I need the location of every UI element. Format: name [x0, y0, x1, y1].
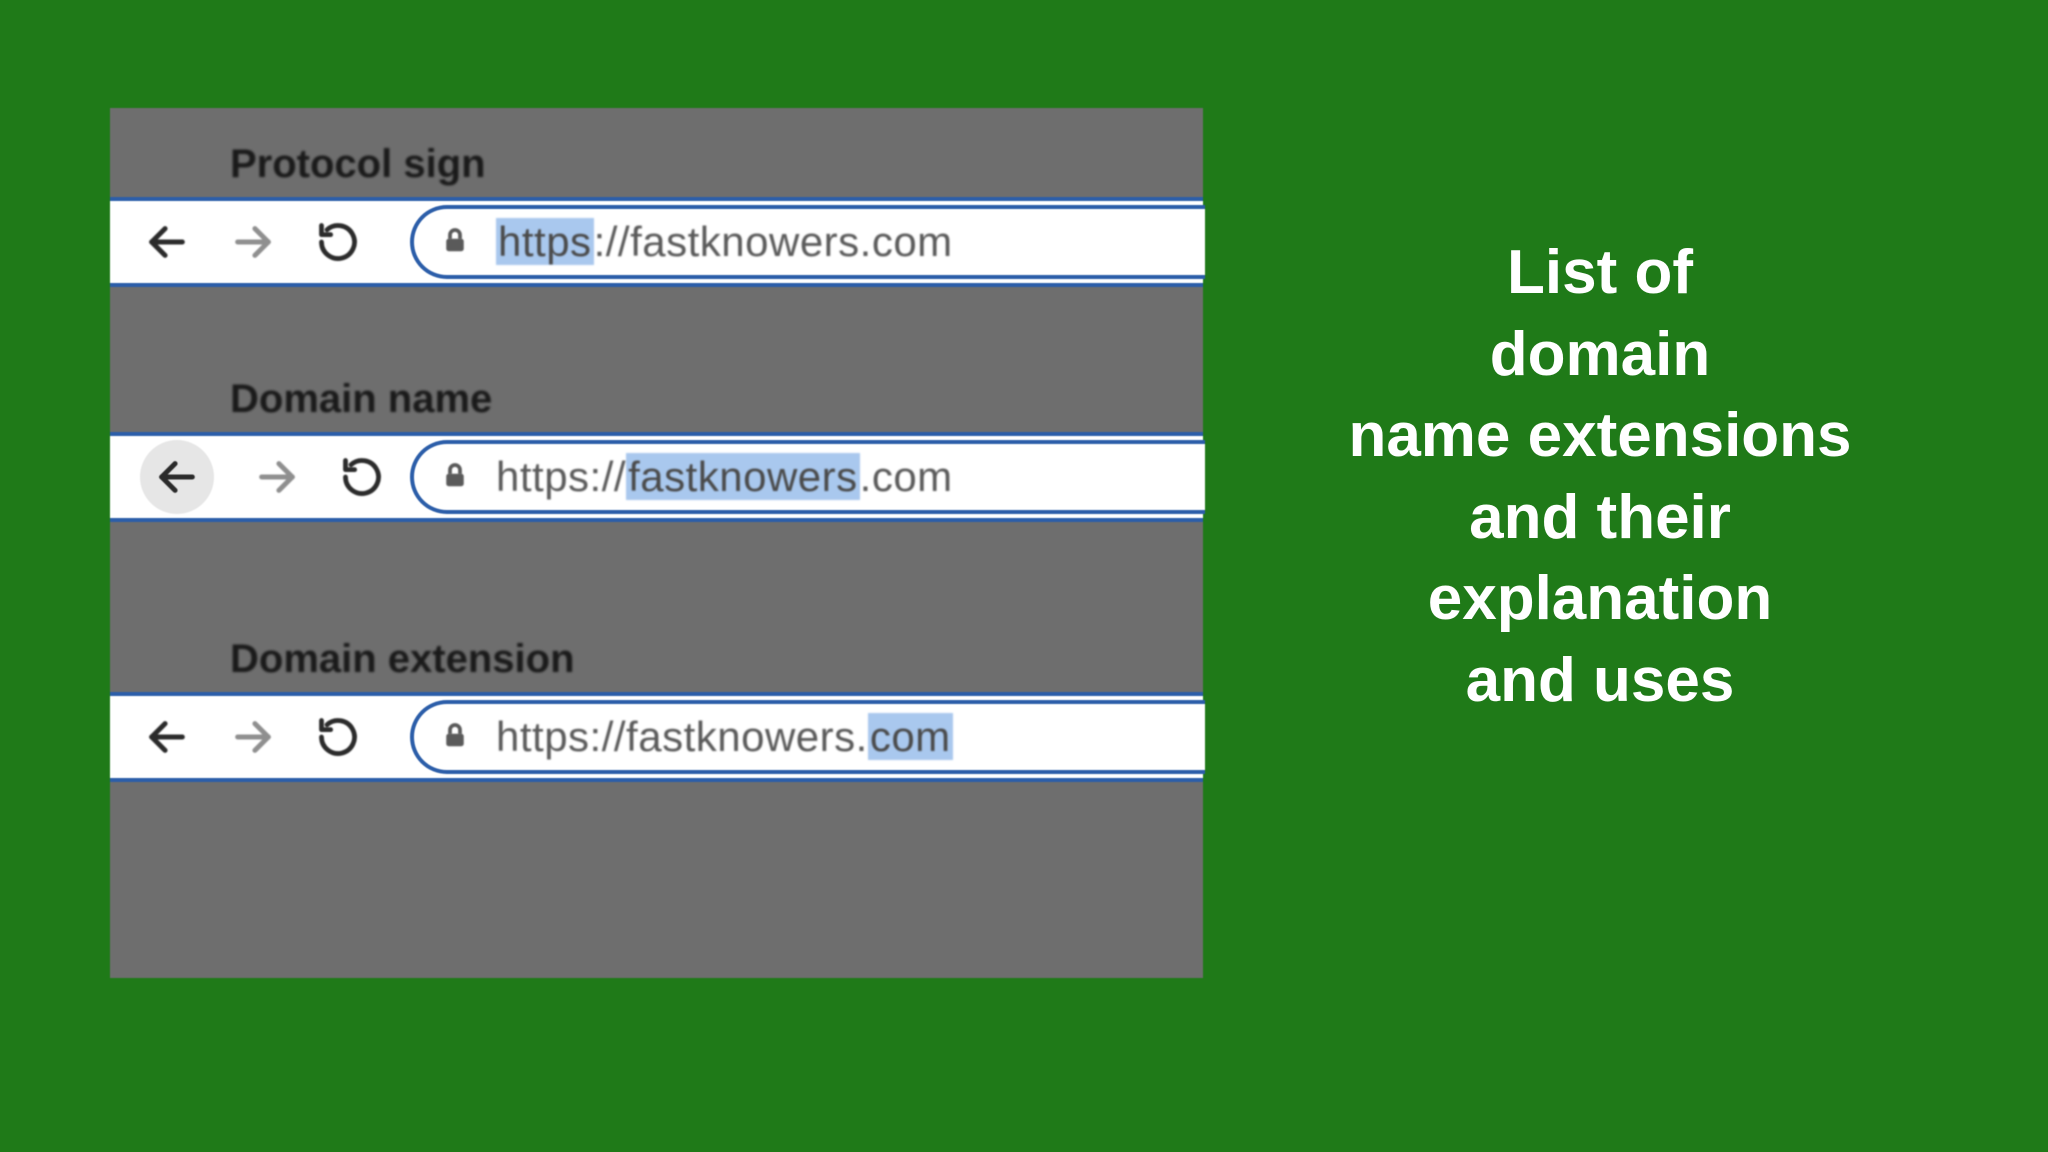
title-line: List of — [1230, 234, 1970, 312]
lock-icon — [440, 718, 470, 757]
page-title: List of domain name extensions and their… — [1230, 230, 1970, 723]
title-line: explanation — [1230, 560, 1970, 638]
examples-panel: Protocol sign https://fastknowers.com — [110, 108, 1203, 978]
lock-icon — [440, 458, 470, 497]
title-line: and their — [1230, 479, 1970, 557]
title-line: and uses — [1230, 642, 1970, 720]
url-text: https://fastknowers.com — [496, 453, 953, 501]
nav-buttons — [110, 714, 410, 760]
reload-icon[interactable] — [340, 455, 384, 499]
address-bar[interactable]: https://fastknowers.com — [410, 205, 1205, 279]
reload-icon[interactable] — [316, 220, 360, 264]
title-line: domain — [1230, 316, 1970, 394]
url-highlight: fastknowers — [626, 453, 860, 500]
forward-arrow-icon[interactable] — [230, 219, 276, 265]
browser-bar: https://fastknowers.com — [110, 197, 1203, 287]
forward-arrow-icon[interactable] — [230, 714, 276, 760]
address-bar[interactable]: https://fastknowers.com — [410, 700, 1205, 774]
example-label: Protocol sign — [110, 142, 1203, 187]
title-line: name extensions — [1230, 397, 1970, 475]
address-bar[interactable]: https://fastknowers.com — [410, 440, 1205, 514]
browser-bar: https://fastknowers.com — [110, 432, 1203, 522]
forward-arrow-icon[interactable] — [254, 454, 300, 500]
reload-icon[interactable] — [316, 715, 360, 759]
url-text: https://fastknowers.com — [496, 713, 953, 761]
url-highlight: https — [496, 218, 594, 265]
nav-buttons — [110, 440, 410, 514]
lock-icon — [440, 223, 470, 262]
example-label: Domain extension — [110, 637, 1203, 682]
browser-bar: https://fastknowers.com — [110, 692, 1203, 782]
nav-buttons — [110, 219, 410, 265]
back-arrow-icon[interactable] — [144, 219, 190, 265]
example-label: Domain name — [110, 377, 1203, 422]
example-domain-name: Domain name https://fastknowers.com — [110, 287, 1203, 522]
example-protocol-sign: Protocol sign https://fastknowers.com — [110, 108, 1203, 287]
url-highlight: com — [868, 713, 953, 760]
back-arrow-icon[interactable] — [144, 714, 190, 760]
example-domain-extension: Domain extension https://fastknowers.com — [110, 522, 1203, 782]
back-arrow-icon[interactable] — [140, 440, 214, 514]
url-text: https://fastknowers.com — [496, 218, 953, 266]
